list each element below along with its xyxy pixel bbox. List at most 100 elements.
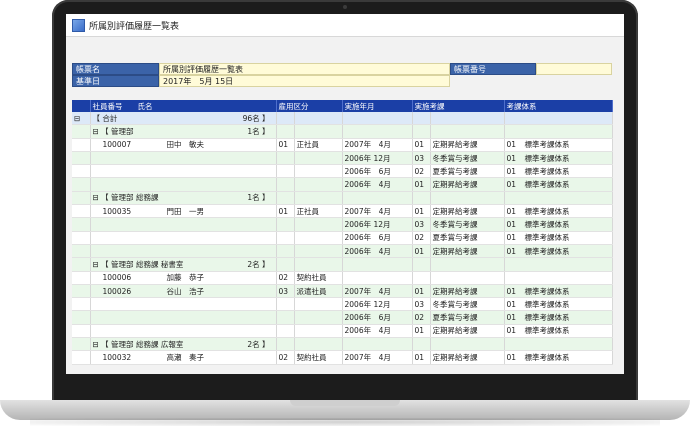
system-code: 01 (506, 286, 517, 296)
employment-type (294, 297, 343, 312)
employee-cell (90, 231, 277, 245)
header-cell[interactable]: 雇用区分 (276, 100, 343, 112)
collapse-icon (72, 337, 91, 352)
group-row[interactable]: ⊟ 【 管理部 1名 】 (72, 124, 613, 139)
employee-cell (90, 151, 277, 166)
table-row[interactable]: 2006年 6月 02 夏季賞与考課 01 標準考課体系 (72, 164, 613, 179)
collapse-icon[interactable]: ⊟ (93, 260, 102, 269)
table-row[interactable]: 2006年 4月 01 定期昇給考課 01 標準考課体系 (72, 244, 613, 259)
eval-name: 冬季賞与考課 (430, 297, 505, 312)
table-row[interactable]: 2006年 12月 03 冬季賞与考課 01 標準考課体系 (72, 297, 613, 312)
system-cell: 01 標準考課体系 (504, 151, 613, 166)
empty-cell (342, 337, 413, 352)
employment-code (276, 324, 295, 339)
collapse-icon (72, 191, 91, 206)
table-row[interactable]: 2006年 4月 01 定期昇給考課 01 標準考課体系 (72, 177, 613, 192)
employment-type: 正社員 (294, 138, 343, 152)
group-row[interactable]: ⊟ 【 管理部 総務課 秘書室 2名 】 (72, 257, 613, 272)
eval-name: 定期昇給考課 (430, 204, 505, 219)
total-row[interactable]: ⊟ 【 合計 96名 】 (72, 112, 613, 126)
total-label: 【 合計 96名 】 (90, 112, 277, 126)
camera-icon (343, 5, 347, 9)
empty-cell (412, 337, 431, 352)
evaluation-table: 社員番号 氏名 雇用区分 実施年月 実施考課 考課体系 ⊟ 【 合計 96名 】 ⊟ … (72, 100, 613, 365)
header-cell[interactable]: 社員番号 氏名 (90, 100, 277, 112)
eval-name: 定期昇給考課 (430, 324, 505, 339)
system-cell: 01 標準考課体系 (504, 297, 613, 312)
empty-cell (294, 191, 343, 206)
header-cell[interactable]: 考課体系 (504, 100, 613, 112)
report-no-field[interactable] (536, 63, 612, 75)
eval-date: 2006年 12月 (342, 217, 413, 232)
table-row[interactable]: 2006年 6月 02 夏季賞与考課 01 標準考課体系 (72, 310, 613, 325)
table-row[interactable]: 2006年 12月 03 冬季賞与考課 01 標準考課体系 (72, 217, 613, 232)
eval-name: 定期昇給考課 (430, 138, 505, 152)
eval-code: 01 (412, 350, 431, 365)
eval-date: 2007年 4月 (342, 204, 413, 219)
table-row[interactable]: 100026 谷山 浩子 03 派遣社員 2007年 4月 01 定期昇給考課 01 標準考課体… (72, 284, 613, 299)
row-indent (72, 244, 91, 259)
system-name: 標準考課体系 (524, 140, 570, 150)
laptop-base (0, 400, 690, 420)
collapse-icon[interactable]: ⊟ (93, 193, 102, 202)
employment-code: 02 (276, 350, 295, 365)
system-cell (504, 271, 613, 285)
system-cell: 01 標準考課体系 (504, 350, 613, 365)
empty-cell (294, 124, 343, 139)
employment-code (276, 297, 295, 312)
row-indent (72, 324, 91, 339)
row-indent (72, 164, 91, 179)
eval-name: 夏季賞与考課 (430, 310, 505, 325)
employment-code: 03 (276, 284, 295, 299)
empty-cell (276, 124, 295, 139)
empty-cell (504, 124, 613, 139)
system-name: 標準考課体系 (524, 166, 570, 176)
report-content: 帳票名 所属別評価履歴一覧表 帳票番号 基準日 2017年 5月 15日 社員番… (66, 63, 624, 374)
row-indent (72, 204, 91, 219)
system-code: 01 (506, 220, 517, 230)
table-row[interactable]: 2006年 6月 02 夏季賞与考課 01 標準考課体系 (72, 231, 613, 245)
employment-code (276, 231, 295, 245)
header-cell[interactable]: 実施年月 (342, 100, 413, 112)
eval-code: 02 (412, 231, 431, 245)
group-row[interactable]: ⊟ 【 管理部 総務課 広報室 2名 】 (72, 337, 613, 352)
employee-cell: 100026 谷山 浩子 (90, 284, 277, 299)
row-indent (72, 310, 91, 325)
table-row[interactable]: 100035 門田 一男 01 正社員 2007年 4月 01 定期昇給考課 01 標準考課体系 (72, 204, 613, 219)
row-indent (72, 231, 91, 245)
table-row[interactable]: 100006 加藤 恭子 02 契約社員 (72, 271, 613, 285)
header-cell[interactable]: 実施考課 (412, 100, 505, 112)
toolbar-area (66, 37, 624, 63)
employee-cell (90, 217, 277, 232)
empty-cell (412, 257, 431, 272)
table-row[interactable]: 100007 田中 敏夫 01 正社員 2007年 4月 01 定期昇給考課 01 標準考課体系 (72, 138, 613, 152)
collapse-icon: ⊟ (72, 112, 91, 126)
employment-type (294, 164, 343, 179)
employee-cell: 100006 加藤 恭子 (90, 271, 277, 285)
eval-code: 01 (412, 204, 431, 219)
employee-name: 門田 一男 (166, 206, 205, 216)
table-row[interactable]: 2006年 4月 01 定期昇給考課 01 標準考課体系 (72, 324, 613, 339)
employment-type: 契約社員 (294, 271, 343, 285)
table-row[interactable]: 100032 高瀬 奏子 02 契約社員 2007年 4月 01 定期昇給考課 01 標準考課体… (72, 350, 613, 365)
eval-date: 2006年 6月 (342, 231, 413, 245)
collapse-icon[interactable]: ⊟ (93, 340, 102, 349)
employee-cell: 100032 高瀬 奏子 (90, 350, 277, 365)
employee-name: 谷山 浩子 (166, 286, 205, 296)
collapse-icon[interactable]: ⊟ (93, 127, 102, 136)
laptop-lid: 所属別評価履歴一覧表 帳票名 所属別評価履歴一覧表 帳票番号 基準日 2017年… (52, 0, 638, 402)
empty-cell (504, 337, 613, 352)
group-label: ⊟ 【 管理部 総務課 広報室 2名 】 (90, 337, 277, 352)
group-count: 1名 】 (247, 193, 270, 203)
base-notch (290, 400, 400, 406)
eval-date: 2006年 4月 (342, 177, 413, 192)
window-titlebar[interactable]: 所属別評価履歴一覧表 (66, 14, 624, 37)
table-row[interactable]: 2006年 12月 03 冬季賞与考課 01 標準考課体系 (72, 151, 613, 166)
report-name-field[interactable]: 所属別評価履歴一覧表 (159, 63, 450, 75)
system-code: 01 (506, 299, 517, 309)
group-label: ⊟ 【 管理部 1名 】 (90, 124, 277, 139)
empty-cell (294, 257, 343, 272)
group-row[interactable]: ⊟ 【 管理部 総務課 1名 】 (72, 191, 613, 206)
group-label-text: 【 管理部 総務課 広報室 (101, 339, 184, 349)
base-date-field[interactable]: 2017年 5月 15日 (159, 75, 450, 87)
